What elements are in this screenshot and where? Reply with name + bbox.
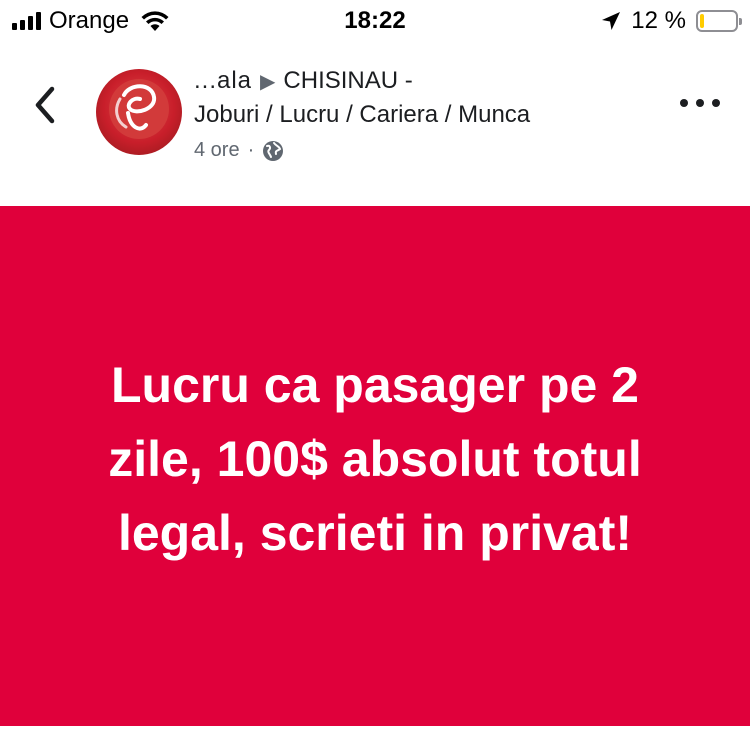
more-dots-icon bbox=[696, 99, 704, 107]
globe-icon bbox=[263, 140, 284, 161]
battery-fill bbox=[700, 14, 705, 28]
banner-text: Lucru ca pasager pe 2 zile, 100$ absolut… bbox=[108, 357, 642, 561]
battery-nub bbox=[739, 18, 742, 25]
author-line: ...ala ▶ CHISINAU - bbox=[194, 67, 413, 95]
group-name[interactable]: CHISINAU - bbox=[283, 67, 412, 94]
status-bar: Orange 18:22 12 % bbox=[0, 0, 750, 42]
group-name-continued[interactable]: Joburi / Lucru / Cariera / Munca bbox=[194, 101, 530, 129]
location-arrow-icon bbox=[602, 12, 621, 30]
avatar[interactable] bbox=[96, 69, 182, 155]
post-banner[interactable]: Lucru ca pasager pe 2 zile, 100$ absolut… bbox=[0, 206, 750, 726]
post-time[interactable]: 4 ore bbox=[194, 139, 240, 162]
avatar-scribble bbox=[109, 79, 169, 139]
author-name-obscured[interactable]: ...ala bbox=[194, 67, 252, 94]
chevron-left-icon[interactable] bbox=[30, 85, 60, 125]
more-dots-icon bbox=[712, 99, 720, 107]
status-right: 12 % bbox=[601, 7, 742, 35]
more-options-button[interactable] bbox=[680, 93, 720, 113]
triangle-right-icon: ▶ bbox=[260, 71, 276, 93]
meta-separator: · bbox=[247, 139, 255, 161]
battery-percent: 12 % bbox=[631, 7, 686, 34]
battery-icon bbox=[696, 10, 742, 32]
post-header: ...ala ▶ CHISINAU - Joburi / Lucru / Carie… bbox=[0, 55, 750, 165]
post-meta: 4 ore · bbox=[194, 139, 284, 162]
more-dots-icon bbox=[680, 99, 688, 107]
